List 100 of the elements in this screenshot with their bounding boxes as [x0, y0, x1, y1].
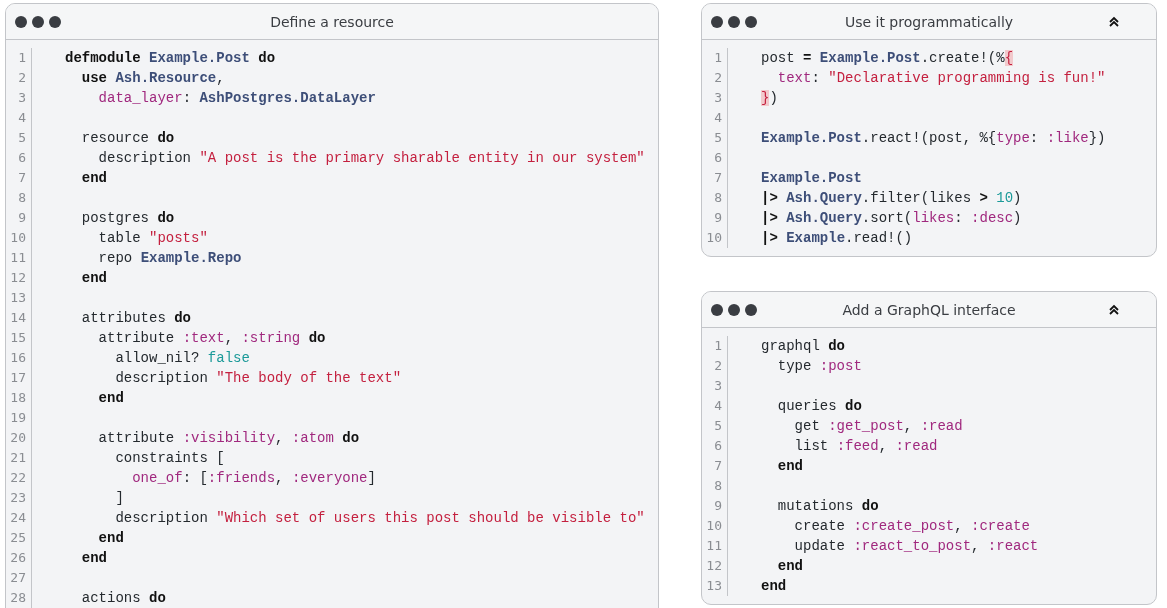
code-line: description "A post is the primary sharable entity in our system" [97, 149, 645, 168]
line-number: 1 [713, 49, 723, 67]
line-number: 7 [713, 457, 723, 475]
code-line: attribute :visibility, :atom do [97, 429, 360, 448]
line-number: 6 [713, 149, 723, 167]
window-dots-icon [710, 14, 758, 29]
window-dots-icon [710, 302, 758, 317]
line-number: 1 [17, 49, 27, 67]
code-line: actions do [80, 589, 166, 608]
line-number: 3 [713, 377, 723, 395]
code-line: get :get_post, :read [793, 417, 963, 436]
window-title: Add a GraphQL interface [842, 301, 1016, 318]
code-line: Example.Post.react!(post, %{type: :like}) [761, 129, 1106, 148]
code-line: update :react_to_post, :react [793, 537, 1039, 556]
window-title: Define a resource [270, 13, 394, 30]
line-number: 1 [713, 337, 723, 355]
collapse-chevron-icon[interactable] [1108, 15, 1120, 28]
line-number: 11 [705, 537, 723, 555]
collapse-chevron-icon[interactable] [1108, 303, 1120, 316]
code-line: text: "Declarative programming is fun!" [776, 69, 1106, 88]
line-number: 9 [713, 209, 723, 227]
line-number: 9 [17, 209, 27, 227]
line-number: 17 [9, 369, 27, 387]
code-line: defmodule Example.Post do [65, 49, 276, 68]
line-number: 8 [713, 189, 723, 207]
code-line: post = Example.Post.create!(%{ [761, 49, 1014, 68]
code-line: description "Which set of users this post should be visible to" [114, 509, 645, 528]
code-line: end [97, 529, 124, 548]
line-number: 8 [713, 477, 723, 495]
code-line: ] [114, 489, 124, 508]
code-line: list :feed, :read [793, 437, 938, 456]
line-number: 10 [705, 229, 723, 247]
line-number: 15 [9, 329, 27, 347]
code-line: end [776, 457, 803, 476]
line-number: 3 [713, 89, 723, 107]
line-number: 11 [9, 249, 27, 267]
line-number: 5 [713, 417, 723, 435]
code-line: end [80, 169, 107, 188]
line-number: 14 [9, 309, 27, 327]
line-number: 18 [9, 389, 27, 407]
code-line: end [80, 269, 107, 288]
line-number: 20 [9, 429, 27, 447]
window-dots-icon [14, 14, 62, 29]
code-line: queries do [776, 397, 862, 416]
line-number: 19 [9, 409, 27, 427]
code-line: use Ash.Resource, [80, 69, 225, 88]
line-number: 12 [705, 557, 723, 575]
line-number: 22 [9, 469, 27, 487]
code-line: end [97, 389, 124, 408]
code-line: |> Example.read!() [761, 229, 913, 248]
line-number: 16 [9, 349, 27, 367]
line-number: 7 [713, 169, 723, 187]
line-number: 12 [9, 269, 27, 287]
code-line: attribute :text, :string do [97, 329, 326, 348]
code-line: }) [761, 89, 778, 108]
line-number: 2 [17, 69, 27, 87]
code-line: graphql do [761, 337, 846, 356]
line-number: 27 [9, 569, 27, 587]
code-line: data_layer: AshPostgres.DataLayer [97, 89, 376, 108]
code-line: constraints [ [114, 449, 225, 468]
line-number: 4 [713, 109, 723, 127]
code-line: attributes do [80, 309, 192, 328]
line-number: 23 [9, 489, 27, 507]
line-number: 7 [17, 169, 27, 187]
line-number: 9 [713, 497, 723, 515]
code-line: description "The body of the text" [114, 369, 402, 388]
line-number: 28 [9, 589, 27, 607]
code-line: resource do [80, 129, 175, 148]
code-line: create :create_post, :create [793, 517, 1030, 536]
line-number: 10 [9, 229, 27, 247]
line-number: 25 [9, 529, 27, 547]
line-number: 4 [17, 109, 27, 127]
code-line: Example.Post [761, 169, 862, 188]
line-number: 4 [713, 397, 723, 415]
line-number: 8 [17, 189, 27, 207]
code-line: mutations do [776, 497, 879, 516]
line-number: 13 [705, 577, 723, 595]
code-line: |> Ash.Query.filter(likes > 10) [761, 189, 1022, 208]
line-number: 2 [713, 69, 723, 87]
line-number: 3 [17, 89, 27, 107]
line-number: 24 [9, 509, 27, 527]
code-line: postgres do [80, 209, 175, 228]
code-line: type :post [776, 357, 862, 376]
code-line: repo Example.Repo [97, 249, 242, 268]
code-line: one_of: [:friends, :everyone] [131, 469, 376, 488]
window-title: Use it programmatically [844, 13, 1014, 30]
line-number: 13 [9, 289, 27, 307]
line-number: 5 [17, 129, 27, 147]
line-number: 2 [713, 357, 723, 375]
line-number: 26 [9, 549, 27, 567]
code-line: end [761, 577, 787, 596]
line-number: 10 [705, 517, 723, 535]
code-line: table "posts" [97, 229, 208, 248]
code-line: allow_nil? false [114, 349, 250, 368]
code-line: end [776, 557, 803, 576]
code-line: end [80, 549, 107, 568]
line-number: 5 [713, 129, 723, 147]
line-number: 6 [17, 149, 27, 167]
line-number: 6 [713, 437, 723, 455]
code-line: |> Ash.Query.sort(likes: :desc) [761, 209, 1022, 228]
